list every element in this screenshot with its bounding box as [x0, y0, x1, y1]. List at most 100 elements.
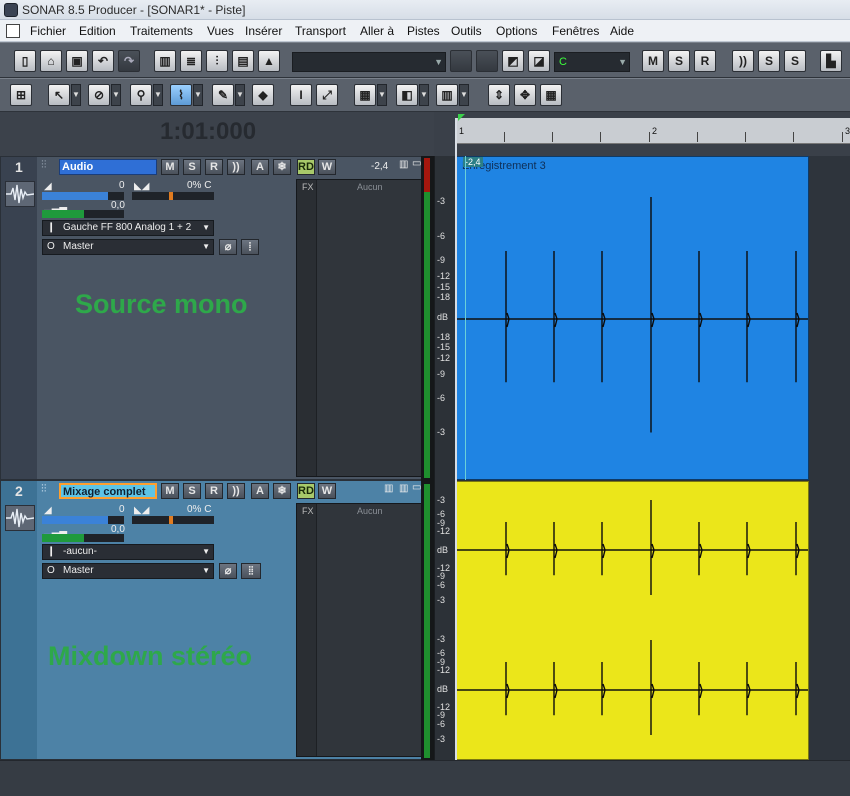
menu-options[interactable]: Options	[496, 24, 537, 38]
grid-icon[interactable]: ▦	[354, 84, 376, 106]
key-combo[interactable]: C ▼	[554, 52, 630, 72]
read-automation-button[interactable]: RD	[297, 159, 315, 175]
input-dropdown[interactable]: ❙ Gauche FF 800 Analog 1 + 2 ▼	[42, 220, 214, 236]
input-echo-button[interactable]: ))	[227, 483, 245, 499]
undo-icon[interactable]: ↶	[92, 50, 114, 72]
record-arm-button[interactable]: R	[205, 483, 223, 499]
track-add-icon[interactable]: ⊞	[10, 84, 32, 106]
console-view-icon[interactable]: ⫶	[206, 50, 228, 72]
write-automation-button[interactable]: W	[318, 159, 336, 175]
phase-invert-icon[interactable]: ⌀	[219, 563, 237, 579]
text-tool-icon[interactable]: I	[290, 84, 312, 106]
grid-menu[interactable]: ▼	[377, 84, 387, 106]
snap-grid-menu[interactable]: ▼	[419, 84, 429, 106]
zoom-tool-icon[interactable]: ⚲	[130, 84, 152, 106]
menu-inserer[interactable]: Insérer	[245, 24, 282, 38]
menu-aller-a[interactable]: Aller à	[360, 24, 394, 38]
loop-construction-icon[interactable]: ▲	[258, 50, 280, 72]
pan-slider[interactable]	[132, 516, 214, 524]
snap-options-icon[interactable]: ◪	[528, 50, 550, 72]
phase-invert-icon[interactable]: ⌀	[219, 239, 237, 255]
input-dropdown[interactable]: ❙ -aucun- ▼	[42, 544, 214, 560]
input-echo-button[interactable]: ))	[227, 159, 245, 175]
global-solo-button[interactable]: S	[668, 50, 690, 72]
smart-tool-menu[interactable]: ▼	[71, 84, 81, 106]
mute-button[interactable]: M	[161, 159, 179, 175]
new-file-icon[interactable]: ▯	[14, 50, 36, 72]
snap-grid-icon[interactable]: ◧	[396, 84, 418, 106]
move-icon[interactable]: ✥	[514, 84, 536, 106]
open-folder-icon[interactable]: ⌂	[40, 50, 62, 72]
fit-icon[interactable]: ⤢	[316, 84, 338, 106]
pan-slider[interactable]	[132, 192, 214, 200]
archive-button[interactable]: A	[251, 483, 269, 499]
mute-tool-menu[interactable]: ▼	[111, 84, 121, 106]
mute-button[interactable]: M	[161, 483, 179, 499]
save-icon[interactable]: ▣	[66, 50, 88, 72]
output-dropdown[interactable]: O Master ▼	[42, 563, 214, 579]
time-ruler[interactable]: 1 2 3	[456, 118, 850, 144]
track-view-icon[interactable]: ▥	[436, 84, 458, 106]
draw-tool-menu[interactable]: ▼	[235, 84, 245, 106]
now-marker-flag[interactable]	[458, 114, 465, 121]
scrub-tool-icon[interactable]: ◆	[252, 84, 274, 106]
fx-bin[interactable]: FX Aucun	[296, 503, 422, 757]
redo-icon[interactable]: ↷	[118, 50, 140, 72]
track-name[interactable]: Mixage complet	[59, 483, 157, 499]
menu-pistes[interactable]: Pistes	[407, 24, 440, 38]
input-echo-icon[interactable]: ))	[732, 50, 754, 72]
fx-list[interactable]	[316, 504, 422, 756]
track-1[interactable]: 1 ⫶⫶ Audio M S R )) A ❄ RD W -2,4 ▥ ▭ ◢ …	[0, 156, 434, 480]
menu-fichier[interactable]: Fichier	[30, 24, 66, 38]
stereo-interleave-icon[interactable]: ⦙⦙	[241, 563, 261, 579]
menu-edition[interactable]: Edition	[79, 24, 116, 38]
envelope-tool-icon[interactable]: ⌇	[170, 84, 192, 106]
record-reset-icon[interactable]: S	[784, 50, 806, 72]
audio-clip[interactable]	[456, 156, 809, 480]
global-record-button[interactable]: R	[694, 50, 716, 72]
event-list-icon[interactable]: ▤	[232, 50, 254, 72]
solo-button[interactable]: S	[183, 483, 201, 499]
envelope-tool-menu[interactable]: ▼	[193, 84, 203, 106]
zoom-tool-menu[interactable]: ▼	[153, 84, 163, 106]
track-menu-icon[interactable]: ▥	[384, 483, 393, 494]
volume-slider[interactable]	[42, 192, 124, 200]
draw-tool-icon[interactable]: ✎	[212, 84, 234, 106]
smart-tool-icon[interactable]: ↖	[48, 84, 70, 106]
track-height-icon[interactable]: ⇕	[488, 84, 510, 106]
mute-tool-icon[interactable]: ⊘	[88, 84, 110, 106]
app-icon[interactable]	[4, 3, 18, 17]
menu-aide[interactable]: Aide	[610, 24, 634, 38]
preset-delete-icon[interactable]	[476, 50, 498, 72]
trim-slider[interactable]	[42, 534, 124, 542]
track-name[interactable]: Audio	[59, 159, 157, 175]
empty-arrange-area[interactable]	[809, 156, 850, 760]
volume-slider[interactable]	[42, 516, 124, 524]
output-dropdown[interactable]: O Master ▼	[42, 239, 214, 255]
lanes-icon[interactable]: ▥	[399, 483, 408, 494]
global-mute-button[interactable]: M	[642, 50, 664, 72]
read-automation-button[interactable]: RD	[297, 483, 315, 499]
track-view-menu[interactable]: ▼	[459, 84, 469, 106]
menu-vues[interactable]: Vues	[207, 24, 234, 38]
track-2[interactable]: 2 ⫶⫶ Mixage complet M S R )) A ❄ RD W ▥ …	[0, 480, 434, 760]
freeze-icon[interactable]: ❄	[273, 159, 291, 175]
preset-save-icon[interactable]	[450, 50, 472, 72]
fx-bin[interactable]: FX Aucun	[296, 179, 422, 477]
keyboard-icon[interactable]: ▦	[540, 84, 562, 106]
piano-roll-icon[interactable]: ▥	[154, 50, 176, 72]
preset-combo[interactable]: ▼	[292, 52, 446, 72]
write-automation-button[interactable]: W	[318, 483, 336, 499]
audio-clip[interactable]	[456, 481, 809, 760]
trim-slider[interactable]	[42, 210, 124, 218]
snap-add-icon[interactable]: ◩	[502, 50, 524, 72]
record-arm-button[interactable]: R	[205, 159, 223, 175]
interleave-icon[interactable]: ⦙	[241, 239, 259, 255]
menu-transport[interactable]: Transport	[295, 24, 346, 38]
menu-fenetres[interactable]: Fenêtres	[552, 24, 599, 38]
fx-list[interactable]	[316, 180, 422, 476]
overflow-icon[interactable]: ▙	[820, 50, 842, 72]
solo-button[interactable]: S	[183, 159, 201, 175]
staff-view-icon[interactable]: ≣	[180, 50, 202, 72]
solo-reset-icon[interactable]: S	[758, 50, 780, 72]
